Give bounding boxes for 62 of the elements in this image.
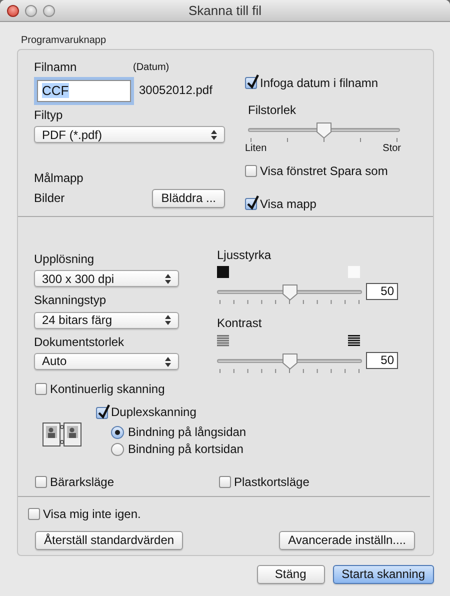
dropdown[interactable]: 300 x 300 dpi — [34, 270, 179, 288]
field-label: Filtyp — [34, 108, 64, 122]
checkbox[interactable] — [35, 382, 47, 395]
radio-label: Bindning på långsidan — [128, 424, 246, 440]
start-scan-button[interactable]: Starta skanning — [332, 565, 434, 584]
window-title: Skanna till fil — [188, 2, 262, 18]
zoom-button[interactable] — [43, 4, 55, 16]
checkbox[interactable] — [245, 198, 257, 210]
checkbox-label: Duplexskanning — [111, 405, 196, 420]
dropdown[interactable]: Auto — [34, 353, 179, 370]
minimize-button[interactable] — [25, 4, 37, 16]
up-down-arrows-icon — [165, 274, 171, 284]
slider-thumb[interactable] — [316, 122, 332, 139]
checkbox[interactable] — [245, 77, 257, 90]
group-label: Programvaruknapp — [21, 35, 106, 47]
reset-button[interactable]: Återställ standardvärden — [35, 530, 184, 550]
high-contrast-icon — [348, 334, 360, 347]
checkbox[interactable] — [96, 406, 108, 419]
close-dialog-button[interactable]: Stäng — [256, 565, 325, 584]
dark-square-icon — [217, 266, 229, 278]
field-label: Filnamn — [34, 60, 78, 74]
duplex-pages-icon — [42, 422, 82, 448]
radio-button[interactable] — [111, 426, 124, 439]
slider-label: Kontrast — [217, 316, 263, 331]
checkbox[interactable] — [245, 165, 257, 178]
checkbox-label: Visa mig inte igen. — [43, 507, 141, 522]
field-label: Dokumentstorlek — [34, 334, 126, 350]
date-label: (Datum) — [133, 62, 170, 74]
value-field[interactable]: 50 — [366, 352, 398, 369]
slider-thumb[interactable] — [282, 284, 298, 302]
slider-min-label: Liten — [245, 142, 267, 155]
browse-button[interactable]: Bläddra ... — [152, 188, 225, 208]
radio-label: Bindning på kortsidan — [128, 442, 244, 457]
checkbox-label: Bärarksläge — [50, 474, 114, 490]
slider-label: Filstorlek — [248, 102, 298, 117]
dropdown[interactable]: 24 bitars färg — [34, 312, 179, 329]
checkbox-label: Visa mapp — [260, 196, 316, 211]
close-button[interactable] — [7, 4, 19, 16]
checkbox-label: Visa fönstret Spara som — [260, 164, 388, 178]
field-label: Målmapp — [34, 171, 84, 186]
checkbox-label: Plastkortsläge — [234, 474, 310, 490]
field-label: Upplösning — [34, 252, 96, 266]
radio-button[interactable] — [111, 443, 124, 456]
checkbox[interactable] — [219, 476, 231, 488]
slider-label: Ljusstyrka — [217, 248, 272, 262]
up-down-arrows-icon — [165, 356, 171, 367]
up-down-arrows-icon — [165, 315, 171, 326]
filename-field[interactable]: CCF — [37, 80, 131, 102]
low-contrast-icon — [217, 334, 229, 347]
checkbox[interactable] — [28, 508, 40, 520]
slider-thumb[interactable] — [282, 352, 298, 370]
filename-suffix: 30052012.pdf — [139, 82, 212, 98]
checkbox[interactable] — [35, 476, 47, 488]
checkbox-label: Kontinuerlig skanning — [50, 382, 165, 396]
checkbox-label: Infoga datum i filnamn — [260, 76, 378, 90]
field-label: Skanningstyp — [34, 293, 108, 308]
dropdown[interactable]: PDF (*.pdf) — [34, 126, 225, 144]
folder-name: Bilder — [34, 191, 65, 206]
value-field[interactable]: 50 — [366, 283, 398, 300]
advanced-settings-button[interactable]: Avancerade inställn.... — [279, 530, 415, 550]
slider-max-label: Stor — [382, 142, 401, 155]
up-down-arrows-icon — [211, 130, 217, 140]
